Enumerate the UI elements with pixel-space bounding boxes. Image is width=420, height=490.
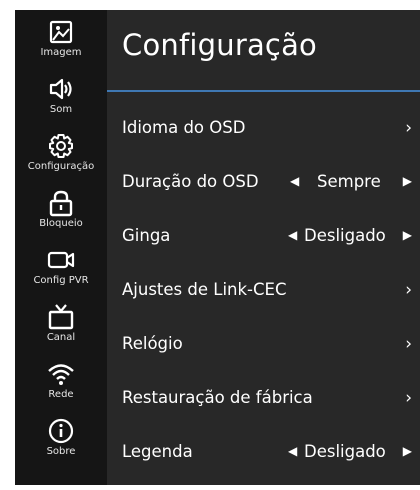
- menu-row-legenda[interactable]: Legenda ◀ Desligado ▶: [107, 431, 420, 475]
- arrow-right-icon[interactable]: ▶: [403, 444, 412, 458]
- settings-screen: Imagem Som Configuração Bloqueio Config …: [15, 10, 420, 485]
- menu-row-label: Duração do OSD: [122, 172, 259, 191]
- menu-row-label: Idioma do OSD: [122, 118, 246, 137]
- sidebar: Imagem Som Configuração Bloqueio Config …: [15, 10, 107, 485]
- menu-row-link-cec[interactable]: Ajustes de Link-CEC ›: [107, 269, 420, 313]
- menu-row-value: Desligado: [304, 442, 386, 461]
- arrow-right-icon[interactable]: ▶: [403, 174, 412, 188]
- camera-icon: [47, 251, 75, 269]
- menu-row-idioma-osd[interactable]: Idioma do OSD ›: [107, 107, 420, 151]
- sidebar-item-label: Bloqueio: [39, 218, 83, 229]
- sidebar-item-imagem[interactable]: Imagem: [15, 16, 107, 68]
- chevron-right-icon: ›: [405, 334, 412, 354]
- menu-row-label: Ajustes de Link-CEC: [122, 280, 287, 299]
- sidebar-item-label: Config PVR: [33, 275, 89, 286]
- page-title: Configuração: [122, 28, 317, 62]
- sidebar-item-config-pvr[interactable]: Config PVR: [15, 244, 107, 296]
- sidebar-item-label: Som: [49, 104, 73, 115]
- chevron-right-icon: ›: [405, 118, 412, 138]
- image-icon: [49, 20, 73, 44]
- info-icon: [48, 418, 74, 444]
- menu-row-relogio[interactable]: Relógio ›: [107, 323, 420, 367]
- sidebar-item-canal[interactable]: Canal: [15, 301, 107, 353]
- menu-row-label: Relógio: [122, 334, 183, 353]
- menu-row-label: Ginga: [122, 226, 171, 245]
- sidebar-item-bloqueio[interactable]: Bloqueio: [15, 187, 107, 239]
- settings-panel: Configuração Idioma do OSD › Duração do …: [107, 10, 420, 485]
- sidebar-item-label: Configuração: [27, 161, 95, 172]
- menu-row-label: Restauração de fábrica: [122, 388, 313, 407]
- menu-row-label: Legenda: [122, 442, 193, 461]
- sidebar-item-som[interactable]: Som: [15, 73, 107, 125]
- sidebar-item-configuracao[interactable]: Configuração: [15, 130, 107, 182]
- chevron-right-icon: ›: [405, 388, 412, 408]
- menu-row-value: Desligado: [304, 226, 386, 245]
- sidebar-item-rede[interactable]: Rede: [15, 358, 107, 410]
- lock-icon: [49, 190, 73, 217]
- chevron-right-icon: ›: [405, 280, 412, 300]
- arrow-right-icon[interactable]: ▶: [403, 228, 412, 242]
- sidebar-item-label: Sobre: [46, 446, 76, 457]
- menu-row-restauracao-fabrica[interactable]: Restauração de fábrica ›: [107, 377, 420, 421]
- tv-icon: [48, 304, 74, 330]
- wifi-icon: [48, 364, 74, 385]
- arrow-left-icon[interactable]: ◀: [290, 174, 299, 188]
- sidebar-item-label: Imagem: [40, 47, 82, 58]
- sidebar-item-sobre[interactable]: Sobre: [15, 415, 107, 467]
- menu-row-value: Sempre: [317, 172, 381, 191]
- gear-icon: [49, 134, 73, 158]
- speaker-icon: [49, 78, 72, 100]
- menu-row-duracao-osd[interactable]: Duração do OSD ◀ Sempre ▶: [107, 161, 420, 205]
- arrow-left-icon[interactable]: ◀: [288, 444, 297, 458]
- title-divider: [107, 90, 420, 92]
- menu-row-ginga[interactable]: Ginga ◀ Desligado ▶: [107, 215, 420, 259]
- arrow-left-icon[interactable]: ◀: [288, 228, 297, 242]
- sidebar-item-label: Canal: [46, 332, 76, 343]
- sidebar-item-label: Rede: [48, 389, 74, 400]
